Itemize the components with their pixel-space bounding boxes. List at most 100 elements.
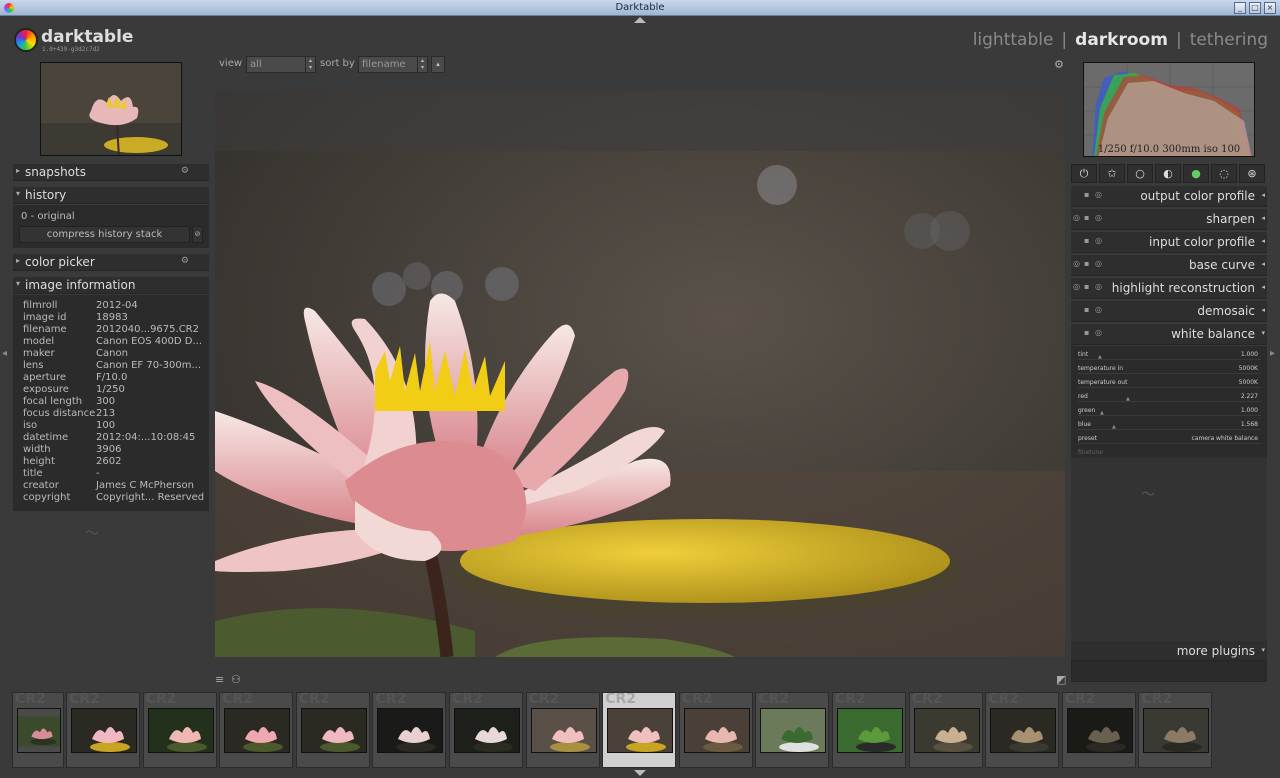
- view-tethering[interactable]: tethering: [1190, 30, 1268, 50]
- panel-end-ornament-icon: 〜: [85, 526, 99, 542]
- presets-icon[interactable]: ⚙: [181, 256, 189, 266]
- filmstrip-thumbnail[interactable]: CR2: [66, 692, 140, 768]
- wb-slider[interactable]: temperature out 5000K: [1078, 377, 1261, 388]
- image-info-value: James C McPherson: [96, 480, 194, 491]
- sort-by-select[interactable]: filename ▴ ▾: [358, 56, 428, 73]
- sort-order-toggle[interactable]: ▴: [431, 56, 445, 73]
- image-info-key: copyright: [23, 492, 71, 503]
- snapshots-header[interactable]: ▸ snapshots ⚙: [13, 164, 209, 181]
- filmstrip-thumbnail[interactable]: CR2: [142, 692, 217, 768]
- wb-slider[interactable]: red 2.227 ▲: [1078, 391, 1261, 402]
- file-extension-label: CR2: [452, 692, 483, 707]
- history-lock-icon[interactable]: ⊘: [192, 226, 203, 243]
- effect-group-icon[interactable]: ⊛: [1239, 164, 1265, 183]
- image-info-key: focus distance: [23, 408, 96, 419]
- wb-value: 1.568: [1240, 421, 1258, 428]
- filmstrip-thumbnail[interactable]: CR2: [295, 692, 370, 768]
- correct-group-icon[interactable]: ◌: [1211, 164, 1237, 183]
- wb-value: camera white balance: [1191, 435, 1258, 442]
- filmstrip[interactable]: CR2 CR2 CR2 CR2 CR2 CR2 CR2 CR2 CR2 CR2 CR2 CR2 CR2 C…: [12, 692, 1268, 768]
- file-extension-label: CR2: [835, 692, 866, 707]
- image-info-value: 100: [96, 420, 116, 431]
- history-item-original[interactable]: 0 - original: [21, 211, 75, 222]
- color-group-icon[interactable]: ●: [1183, 164, 1209, 183]
- maximize-window-button[interactable]: □: [1249, 2, 1261, 14]
- module-highlight-reconstruction[interactable]: ◎ ▪ ◎ highlight reconstruction ◂: [1071, 278, 1267, 299]
- module-sharpen[interactable]: ◎ ▪ ◎ sharpen ◂: [1071, 209, 1267, 230]
- image-information-header[interactable]: ▾ image information: [13, 277, 209, 294]
- thumbnail-image: [377, 708, 444, 753]
- preferences-gear-icon[interactable]: ⚙: [1054, 58, 1064, 71]
- wb-slider[interactable]: finetune: [1078, 447, 1261, 458]
- filmstrip-thumbnail[interactable]: CR2: [602, 692, 677, 768]
- module-output-color-profile[interactable]: ▪ ◎ output color profile ◂: [1071, 186, 1267, 207]
- image-info-value: 2012-04: [96, 300, 138, 311]
- darktable-logo-icon: [14, 28, 38, 52]
- active-modules-group-icon[interactable]: ⏻: [1071, 164, 1097, 183]
- favorites-group-icon[interactable]: ✩: [1099, 164, 1125, 183]
- basic-group-icon[interactable]: ○: [1127, 164, 1153, 183]
- image-info-value: 2602: [96, 456, 122, 467]
- more-plugins-panel: [1071, 660, 1267, 682]
- filmstrip-thumbnail[interactable]: CR2: [219, 692, 294, 768]
- wb-preset-select[interactable]: preset camera white balance: [1078, 433, 1261, 444]
- close-window-button[interactable]: ×: [1264, 2, 1276, 14]
- panel-menu-icon[interactable]: ≡: [215, 673, 224, 686]
- styles-icon[interactable]: ⚇: [231, 673, 241, 686]
- presets-icon[interactable]: ⚙: [181, 166, 189, 176]
- filmstrip-thumbnail[interactable]: CR2: [12, 692, 64, 768]
- tone-group-icon[interactable]: ◐: [1155, 164, 1181, 183]
- image-info-value: Copyright... Reserved: [96, 492, 205, 503]
- filmstrip-thumbnail[interactable]: CR2: [1061, 692, 1136, 768]
- file-extension-label: CR2: [298, 692, 330, 707]
- view-darkroom[interactable]: darkroom: [1075, 30, 1168, 50]
- navigation-thumbnail[interactable]: [40, 62, 182, 156]
- image-info-value: 18983: [96, 312, 128, 323]
- wb-value: 5000K: [1238, 379, 1258, 386]
- center-image-view[interactable]: [215, 91, 1065, 657]
- wb-slider[interactable]: tint 1.000 ▲: [1078, 349, 1261, 360]
- compress-history-button[interactable]: compress history stack: [19, 226, 190, 243]
- file-extension-label: CR2: [911, 692, 943, 707]
- module-white-balance[interactable]: ▪ ◎ white balance ▾: [1071, 324, 1267, 345]
- overexposed-toggle-icon[interactable]: ◩: [1056, 673, 1066, 686]
- filmstrip-thumbnail[interactable]: CR2: [1138, 692, 1213, 768]
- filmstrip-thumbnail[interactable]: CR2: [755, 692, 830, 768]
- minimize-window-button[interactable]: _: [1234, 2, 1246, 14]
- file-extension-label: CR2: [145, 692, 177, 707]
- thumbnail-image: [607, 708, 674, 753]
- image-info-value: -: [96, 468, 100, 479]
- filmstrip-thumbnail[interactable]: CR2: [985, 692, 1060, 768]
- module-input-color-profile[interactable]: ▪ ◎ input color profile ◂: [1071, 232, 1267, 253]
- filmstrip-thumbnail[interactable]: CR2: [525, 692, 600, 768]
- panel-end-ornament-icon: 〜: [1141, 487, 1155, 503]
- view-lighttable[interactable]: lighttable: [973, 30, 1054, 50]
- collapse-top-panel-icon[interactable]: [634, 17, 646, 23]
- filmstrip-thumbnail[interactable]: CR2: [908, 692, 983, 768]
- file-extension-label: CR2: [681, 692, 713, 707]
- filmstrip-thumbnail[interactable]: CR2: [372, 692, 447, 768]
- more-plugins-header[interactable]: more plugins ▾: [1071, 641, 1267, 662]
- filmstrip-thumbnail[interactable]: CR2: [678, 692, 753, 768]
- image-info-value: 300: [96, 396, 116, 407]
- filmstrip-thumbnail[interactable]: CR2: [449, 692, 523, 768]
- collapse-bottom-panel-icon[interactable]: [634, 770, 646, 776]
- collapse-left-panel-icon[interactable]: ◂: [2, 348, 7, 359]
- module-base-curve[interactable]: ◎ ▪ ◎ base curve ◂: [1071, 255, 1267, 276]
- history-header[interactable]: ▾ history: [13, 187, 209, 204]
- window-title: Darktable: [615, 2, 665, 13]
- filmstrip-thumbnail[interactable]: CR2: [832, 692, 906, 768]
- collapse-right-panel-icon[interactable]: ▸: [1270, 348, 1275, 359]
- module-demosaic[interactable]: ▪ ◎ demosaic ◂: [1071, 301, 1267, 322]
- wb-label: blue: [1078, 421, 1091, 428]
- wb-slider[interactable]: temperature in 5000K: [1078, 363, 1261, 374]
- image-info-key: title: [23, 468, 43, 479]
- window-titlebar[interactable]: Darktable _ □ ×: [0, 0, 1280, 16]
- image-info-value: 213: [96, 408, 116, 419]
- wb-label: finetune: [1078, 449, 1103, 456]
- wb-slider[interactable]: green 1.000 ▲: [1078, 405, 1261, 416]
- view-filter-select[interactable]: all ▴ ▾: [246, 56, 316, 73]
- color-picker-header[interactable]: ▸ color picker ⚙: [13, 254, 209, 271]
- histogram[interactable]: 1/250 f/10.0 300mm iso 100: [1083, 62, 1255, 157]
- wb-slider[interactable]: blue 1.568 ▲: [1078, 419, 1261, 430]
